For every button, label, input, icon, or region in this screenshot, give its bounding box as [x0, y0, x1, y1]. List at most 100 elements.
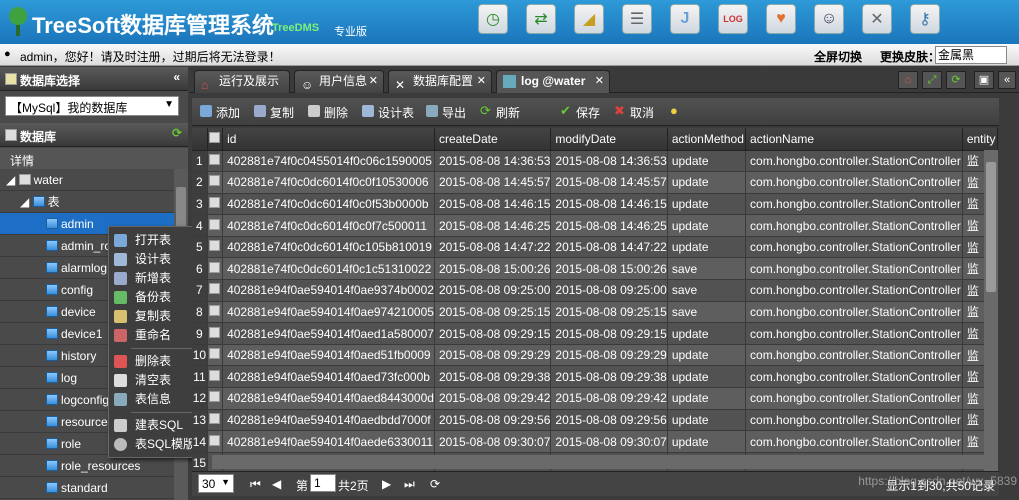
table-cell[interactable]: 402881e74f0c0dc6014f0c1c51310022	[222, 257, 435, 281]
row-checkbox[interactable]	[207, 150, 224, 173]
table-cell[interactable]: update	[667, 193, 747, 216]
table-row[interactable]: 10 402881e94f0ae594014f0aed51fb0009 2015-0…	[192, 344, 998, 367]
db-select[interactable]: 【MySql】我的数据库 ▼	[5, 96, 179, 116]
close-icon[interactable]: ✕	[477, 71, 486, 92]
design-table-button[interactable]: 设计表	[362, 104, 414, 121]
table-cell[interactable]: 2015-08-08 09:29:15	[434, 322, 552, 345]
table-row[interactable]: 2 402881e74f0c0dc6014f0c0f10530006 2015-08…	[192, 171, 998, 194]
row-checkbox[interactable]	[207, 279, 224, 302]
delete-button[interactable]: 删除	[308, 104, 348, 121]
table-cell[interactable]: 2015-08-08 14:46:15	[550, 193, 668, 216]
save-button[interactable]: ✔ 保存	[560, 104, 600, 121]
table-cell[interactable]: update	[667, 150, 747, 173]
row-checkbox[interactable]	[207, 430, 224, 453]
skin-select[interactable]: 金属黑	[935, 46, 1007, 64]
table-cell[interactable]: com.hongbo.controller.StationController	[745, 430, 963, 453]
table-cell[interactable]: 2015-08-08 09:25:15	[550, 301, 668, 324]
tab-run-display[interactable]: ⌂ 运行及展示	[194, 70, 290, 93]
copy-button[interactable]: 复制	[254, 104, 294, 121]
row-checkbox[interactable]	[207, 365, 224, 389]
key-icon[interactable]: ⚷	[910, 4, 940, 34]
table-cell[interactable]: com.hongbo.controller.StationController	[745, 214, 963, 237]
column-header[interactable]: modifyDate	[550, 128, 668, 151]
tree-node-tables[interactable]: ◢ 表	[0, 191, 174, 213]
table-cell[interactable]: update	[667, 365, 747, 389]
table-cell[interactable]: 2015-08-08 09:29:29	[550, 344, 668, 367]
column-header[interactable]: entity	[962, 128, 998, 151]
table-cell[interactable]: 2015-08-08 09:29:42	[434, 387, 552, 410]
table-row[interactable]: 11 402881e94f0ae594014f0aed73fc000b 2015-0…	[192, 365, 998, 389]
table-cell[interactable]: 2015-08-08 14:46:25	[434, 214, 552, 237]
expand-icon[interactable]: ⤢	[922, 71, 942, 89]
table-row[interactable]: 14 402881e94f0ae594014f0aede6330011 2015-0…	[192, 430, 998, 453]
table-cell[interactable]: 402881e94f0ae594014f0aed73fc000b	[222, 365, 435, 389]
column-header[interactable]: actionMethod	[667, 128, 747, 151]
grid-vertical-thumb[interactable]	[986, 162, 996, 292]
table-cell[interactable]: save	[667, 301, 747, 324]
page-size-select[interactable]: 30 ▼	[198, 474, 234, 493]
collapse-left-icon[interactable]: «	[173, 70, 180, 84]
reload-icon[interactable]: ⟳	[946, 71, 966, 89]
tab-user-info[interactable]: ☺ 用户信息 ✕	[294, 70, 384, 93]
prev-page-icon[interactable]: ◀	[272, 477, 281, 491]
table-cell[interactable]: com.hongbo.controller.StationController	[745, 322, 963, 345]
table-cell[interactable]: com.hongbo.controller.StationController	[745, 257, 963, 281]
last-page-icon[interactable]: ⏭	[404, 477, 415, 492]
row-checkbox[interactable]	[207, 322, 224, 345]
letter-j-icon[interactable]: J	[670, 4, 700, 34]
table-cell[interactable]: 2015-08-08 15:00:26	[550, 257, 668, 281]
row-checkbox[interactable]	[207, 214, 224, 237]
table-cell[interactable]: 2015-08-08 14:46:25	[550, 214, 668, 237]
cancel-button[interactable]: ✖ 取消	[614, 104, 654, 121]
table-cell[interactable]: com.hongbo.controller.StationController	[745, 236, 963, 259]
home-tool-icon[interactable]: ⌂	[898, 71, 918, 89]
table-cell[interactable]: 402881e74f0c0dc6014f0c0f53b0000b	[222, 193, 435, 216]
table-cell[interactable]: 402881e94f0ae594014f0aedbdd7000f	[222, 409, 435, 432]
add-button[interactable]: 添加	[200, 104, 240, 121]
table-cell[interactable]: com.hongbo.controller.StationController	[745, 193, 963, 216]
table-cell[interactable]: 2015-08-08 09:25:00	[550, 279, 668, 302]
table-cell[interactable]: 2015-08-08 14:36:53	[550, 150, 668, 173]
refresh-tree-icon[interactable]: ⟳	[172, 126, 182, 140]
table-cell[interactable]: 2015-08-08 14:36:53	[434, 150, 552, 173]
table-cell[interactable]: 2015-08-08 09:30:07	[434, 430, 552, 453]
row-checkbox[interactable]	[207, 236, 224, 259]
table-row[interactable]: 12 402881e94f0ae594014f0aed8443000d 2015-0…	[192, 387, 998, 410]
table-cell[interactable]: com.hongbo.controller.StationController	[745, 301, 963, 324]
log-icon[interactable]: LOG	[718, 4, 748, 34]
table-cell[interactable]: 2015-08-08 09:29:56	[550, 409, 668, 432]
table-cell[interactable]: 402881e74f0c0dc6014f0c0f7c500011	[222, 214, 435, 237]
close-icon[interactable]: ✕	[369, 71, 378, 92]
table-cell[interactable]: com.hongbo.controller.StationController	[745, 279, 963, 302]
column-header[interactable]: id	[222, 128, 435, 151]
table-row[interactable]: 7 402881e94f0ae594014f0ae9374b0002 2015-08…	[192, 279, 998, 302]
table-row[interactable]: 8 402881e94f0ae594014f0ae974210005 2015-08…	[192, 301, 998, 324]
tree-node-water[interactable]: ◢ water	[0, 169, 174, 191]
table-cell[interactable]: update	[667, 322, 747, 345]
table-cell[interactable]: 2015-08-08 14:47:22	[550, 236, 668, 259]
close-icon[interactable]: ✕	[595, 71, 604, 92]
reload-page-icon[interactable]: ⟳	[430, 477, 440, 491]
table-cell[interactable]: 2015-08-08 14:47:22	[434, 236, 552, 259]
table-cell[interactable]: 402881e94f0ae594014f0aed51fb0009	[222, 344, 435, 367]
table-row[interactable]: 4 402881e74f0c0dc6014f0c0f7c500011 2015-08…	[192, 214, 998, 237]
tools-icon[interactable]: ✕	[862, 4, 892, 34]
refresh-button[interactable]: ⟳ 刷新	[480, 104, 520, 121]
collapse-right-icon[interactable]: «	[998, 71, 1016, 89]
table-row[interactable]: 5 402881e74f0c0dc6014f0c105b810019 2015-08…	[192, 236, 998, 259]
heart-icon[interactable]: ♥	[766, 4, 796, 34]
select-all-checkbox[interactable]	[207, 128, 224, 151]
table-cell[interactable]: 2015-08-08 09:29:29	[434, 344, 552, 367]
table-cell[interactable]: com.hongbo.controller.StationController	[745, 171, 963, 194]
database-icon[interactable]: ☰	[622, 4, 652, 34]
row-checkbox[interactable]	[207, 409, 224, 432]
table-cell[interactable]: 402881e94f0ae594014f0aede6330011	[222, 430, 435, 453]
window-icon[interactable]: ▣	[974, 71, 994, 89]
table-row[interactable]: 3 402881e74f0c0dc6014f0c0f53b0000b 2015-08…	[192, 193, 998, 216]
row-checkbox[interactable]	[207, 344, 224, 367]
tab-db-config[interactable]: ✕ 数据库配置 ✕	[388, 70, 492, 93]
clock-icon[interactable]: ◷	[478, 4, 508, 34]
table-cell[interactable]: update	[667, 409, 747, 432]
table-cell[interactable]: 402881e74f0c0dc6014f0c105b810019	[222, 236, 435, 259]
arrows-icon[interactable]: ⇄	[526, 4, 556, 34]
